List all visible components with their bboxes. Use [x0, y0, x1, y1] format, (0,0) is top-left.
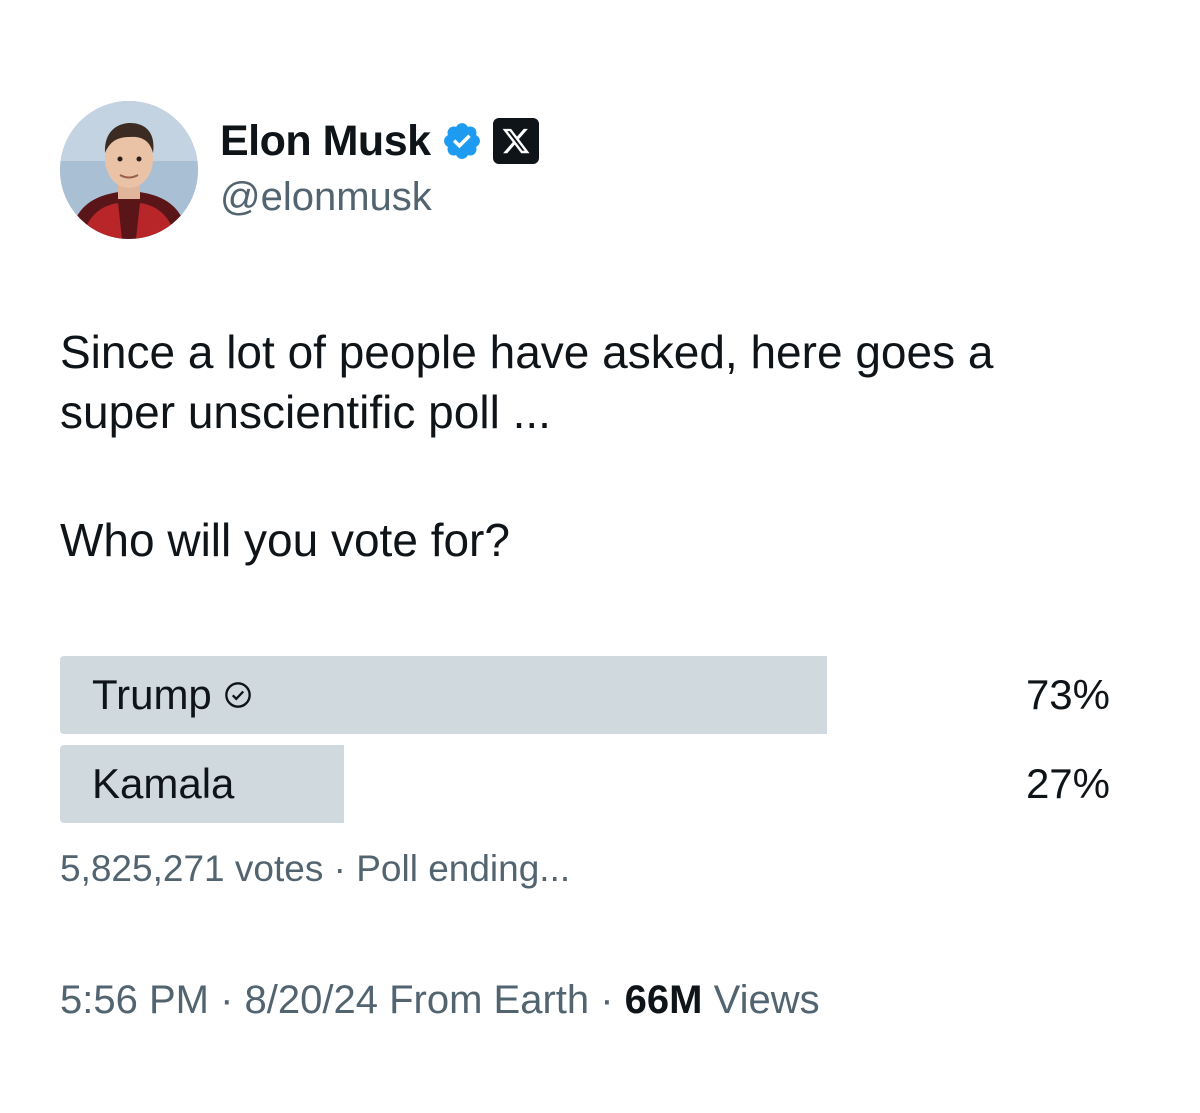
avatar[interactable] — [60, 101, 198, 239]
author-display-name[interactable]: Elon Musk — [220, 117, 431, 166]
tweet-date-source[interactable]: 8/20/24 From Earth — [245, 978, 590, 1022]
x-logo-icon[interactable] — [492, 118, 539, 164]
checkmark-circle-icon — [224, 682, 251, 708]
profile-photo-image — [60, 101, 198, 239]
tweet-time[interactable]: 5:56 PM — [60, 978, 209, 1022]
separator-dot: · — [323, 848, 357, 889]
views-label: Views — [713, 978, 820, 1022]
x-logo-glyph — [502, 128, 530, 154]
poll-option-label: Kamala — [92, 745, 234, 823]
separator-dot: · — [589, 978, 625, 1022]
poll-vote-count: 5,825,271 votes — [60, 848, 324, 889]
poll-question: Who will you vote for? — [60, 514, 510, 566]
poll-option-label: Trump — [92, 656, 252, 734]
separator-dot: · — [208, 978, 245, 1022]
tweet-text: Since a lot of people have asked, here g… — [60, 322, 1160, 570]
poll-option-text: Kamala — [92, 760, 235, 807]
author-name-row: Elon Musk — [220, 113, 539, 169]
poll: Trump 73% Kamala 27% — [60, 656, 1110, 834]
verified-badge-icon[interactable] — [441, 120, 483, 162]
poll-meta: 5,825,271 votes · Poll ending... — [60, 848, 570, 890]
poll-option-trump[interactable]: Trump 73% — [60, 656, 1110, 734]
poll-option-kamala[interactable]: Kamala 27% — [60, 745, 1110, 823]
poll-option-text: Trump — [92, 671, 212, 718]
tweet-text-line: Since a lot of people have asked, here g… — [60, 326, 994, 378]
poll-option-percent: 27% — [1025, 760, 1110, 807]
author-handle[interactable]: @elonmusk — [220, 175, 432, 220]
poll-status: Poll ending... — [356, 848, 571, 889]
tweet-text-line: super unscientific poll ... — [60, 386, 551, 438]
tweet-footer: 5:56 PM · 8/20/24 From Earth · 66M Views — [60, 978, 820, 1023]
poll-option-percent: 73% — [1025, 671, 1110, 718]
views-count[interactable]: 66M — [625, 978, 703, 1022]
